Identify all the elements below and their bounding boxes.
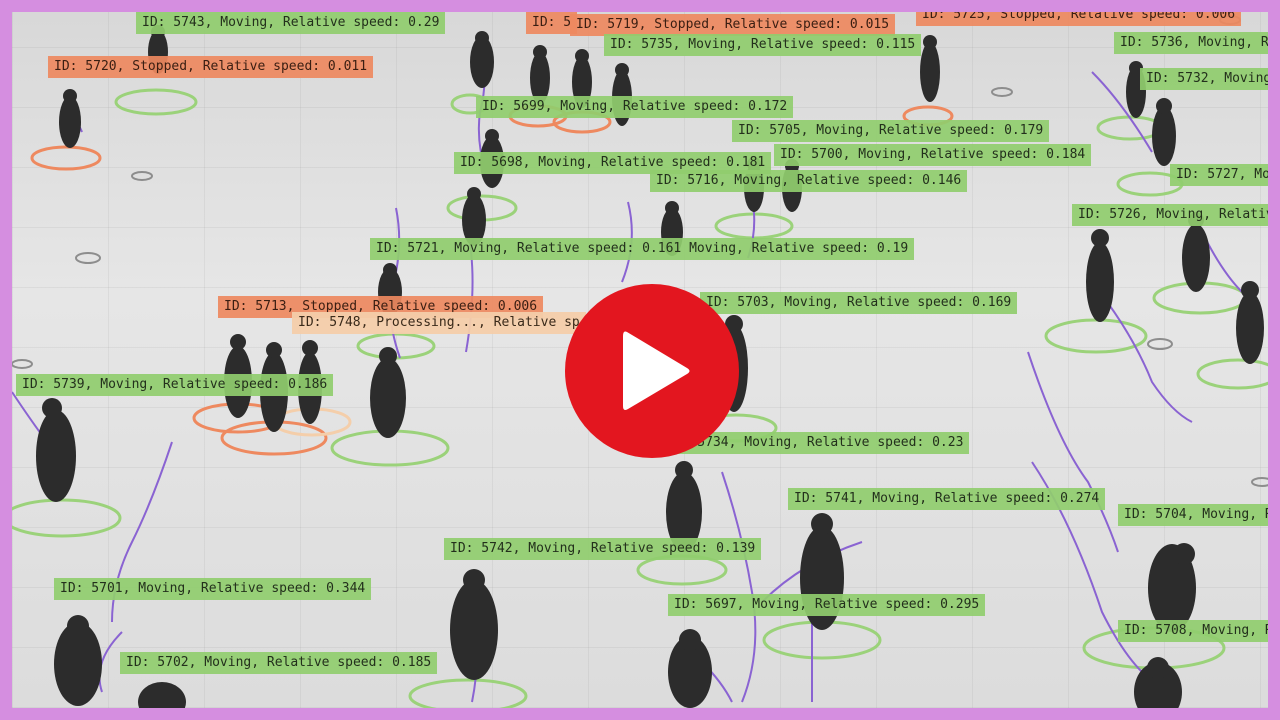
tracking-label: ID: 5736, Moving, Re [1114, 32, 1268, 54]
tracking-label: ID: 5697, Moving, Relative speed: 0.295 [668, 594, 986, 616]
tracking-label: ID: 5739, Moving, Relative speed: 0.186 [16, 374, 334, 396]
pedestrian [1236, 281, 1264, 364]
pedestrian [59, 89, 81, 148]
trajectory-line [1027, 351, 1119, 553]
floor-marker [75, 252, 101, 264]
floor-marker [1147, 338, 1173, 350]
tracking-label: ID: 5719, Stopped, Relative speed: 0.015 [570, 14, 896, 36]
track-ring [408, 678, 528, 708]
pedestrian [1148, 543, 1196, 632]
pedestrian [54, 615, 102, 706]
tracking-label: ID: 5743, Moving, Relative speed: 0.29 [136, 12, 446, 34]
pedestrian [1152, 98, 1176, 166]
tracking-label: ID: 5725, Stopped, Relative speed: 0.006 [916, 12, 1242, 26]
track-ring [1044, 318, 1148, 354]
tracking-label: ID: 5726, Moving, Relative [1072, 204, 1268, 226]
tracking-label: ID: 5732, Moving [1140, 68, 1268, 90]
track-ring [30, 145, 102, 171]
video-frame[interactable]: ID: 5743, Moving, Relative speed: 0.29 I… [12, 12, 1268, 708]
tracking-label: ID: 5699, Moving, Relative speed: 0.172 [476, 96, 794, 118]
tracking-label: ID: 5742, Moving, Relative speed: 0.139 [444, 538, 762, 560]
tracking-label: ID: 5741, Moving, Relative speed: 0.274 [788, 488, 1106, 510]
pedestrian [370, 347, 406, 438]
watermark-text: Canva [624, 360, 681, 381]
floor-marker [131, 171, 153, 181]
tracking-label: ID: 5703, Moving, Relative speed: 0.169 [700, 292, 1018, 314]
floor-marker [1251, 477, 1268, 487]
tracking-label: ID: 5704, Moving, R [1118, 504, 1268, 526]
floor-marker [991, 87, 1013, 97]
pedestrian [470, 31, 494, 88]
trajectory-line [721, 471, 757, 703]
tracking-label: ID: 5721, Moving, Relative speed: 0.161 … [370, 238, 915, 260]
tracking-label: ID: 5700, Moving, Relative speed: 0.184 [774, 144, 1092, 166]
pedestrian [1086, 229, 1114, 322]
tracking-label: ID: 5701, Moving, Relative speed: 0.344 [54, 578, 372, 600]
tracking-label: ID: 5748, Processing..., Relative sp [292, 312, 586, 334]
track-ring [114, 88, 198, 116]
pedestrian [450, 569, 498, 680]
pedestrian [138, 682, 186, 708]
tracking-label: ID: 5735, Moving, Relative speed: 0.115 [604, 34, 922, 56]
track-ring [1196, 358, 1268, 390]
pedestrian [668, 629, 712, 708]
floor-marker [12, 359, 33, 369]
trajectory-line [98, 631, 123, 693]
pedestrian [36, 398, 76, 502]
tracking-label: ID: 5727, Mo [1170, 164, 1268, 186]
pedestrian [920, 35, 940, 102]
tracking-label: ID: 5705, Moving, Relative speed: 0.179 [732, 120, 1050, 142]
pedestrian [1134, 657, 1182, 708]
tracking-label: ID: 5708, Moving, Re [1118, 620, 1268, 642]
tracking-label: ID: 5716, Moving, Relative speed: 0.146 [650, 170, 968, 192]
track-ring [12, 498, 122, 538]
track-ring [636, 554, 728, 586]
tracking-label: ID: 5720, Stopped, Relative speed: 0.011 [48, 56, 374, 78]
tracking-label: ID: 5702, Moving, Relative speed: 0.185 [120, 652, 438, 674]
